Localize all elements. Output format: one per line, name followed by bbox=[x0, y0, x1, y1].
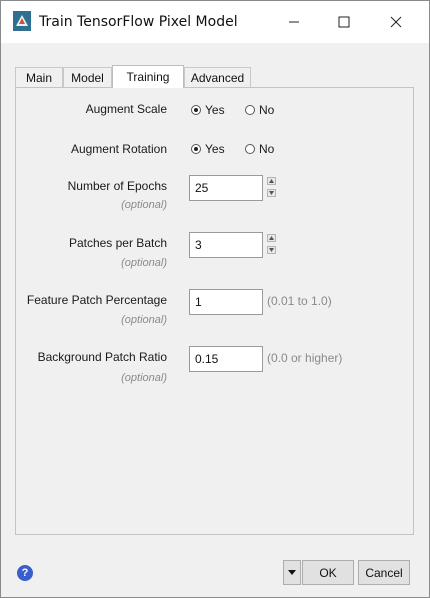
dropdown-arrow-icon bbox=[288, 570, 296, 575]
maximize-button[interactable] bbox=[319, 1, 369, 43]
cancel-button[interactable]: Cancel bbox=[358, 560, 410, 585]
patches-increment-button[interactable] bbox=[267, 234, 276, 242]
feature-pct-label: Feature Patch Percentage bbox=[26, 293, 167, 307]
augment-scale-no-label: No bbox=[259, 103, 275, 117]
maximize-icon bbox=[338, 16, 350, 28]
tab-main[interactable]: Main bbox=[15, 67, 63, 88]
radio-selected-icon bbox=[191, 105, 201, 115]
augment-rotation-yes-radio[interactable]: Yes bbox=[191, 142, 225, 156]
tab-training[interactable]: Training bbox=[112, 65, 184, 88]
patches-optional-note: (optional) bbox=[121, 257, 167, 269]
training-panel: Augment Scale Yes No Augment Rotation Ye… bbox=[15, 87, 414, 535]
close-icon bbox=[390, 16, 402, 28]
tensorflow-app-icon bbox=[13, 11, 31, 31]
radio-selected-icon bbox=[191, 144, 201, 154]
minimize-icon bbox=[289, 21, 299, 23]
epochs-input[interactable]: 25 bbox=[189, 175, 263, 201]
chevron-up-icon bbox=[269, 236, 274, 240]
feature-pct-hint: (0.01 to 1.0) bbox=[267, 294, 332, 308]
window-title: Train TensorFlow Pixel Model bbox=[39, 14, 238, 30]
patches-stepper bbox=[267, 234, 277, 258]
feature-pct-input[interactable]: 1 bbox=[189, 289, 263, 315]
augment-scale-yes-radio[interactable]: Yes bbox=[191, 103, 225, 117]
background-ratio-optional-note: (optional) bbox=[121, 372, 167, 384]
radio-unselected-icon bbox=[245, 144, 255, 154]
feature-pct-optional-note: (optional) bbox=[121, 314, 167, 326]
tab-bar: Main Model Training Advanced bbox=[15, 65, 415, 88]
augment-rotation-no-label: No bbox=[259, 142, 275, 156]
augment-rotation-no-radio[interactable]: No bbox=[245, 142, 274, 156]
help-icon[interactable]: ? bbox=[17, 565, 33, 581]
augment-rotation-label: Augment Rotation bbox=[70, 142, 167, 156]
patches-input[interactable]: 3 bbox=[189, 232, 263, 258]
augment-scale-label: Augment Scale bbox=[85, 102, 167, 116]
augment-rotation-yes-label: Yes bbox=[205, 142, 225, 156]
chevron-down-icon bbox=[269, 248, 274, 252]
background-ratio-hint: (0.0 or higher) bbox=[267, 351, 343, 365]
patches-label: Patches per Batch bbox=[68, 236, 167, 250]
ok-button[interactable]: OK bbox=[302, 560, 354, 585]
dialog-window: Train TensorFlow Pixel Model Main Model … bbox=[0, 0, 430, 598]
background-ratio-label: Background Patch Ratio bbox=[37, 350, 167, 364]
background-ratio-input[interactable]: 0.15 bbox=[189, 346, 263, 372]
epochs-label: Number of Epochs bbox=[67, 179, 167, 193]
radio-unselected-icon bbox=[245, 105, 255, 115]
epochs-increment-button[interactable] bbox=[267, 177, 276, 185]
minimize-button[interactable] bbox=[269, 1, 319, 43]
chevron-down-icon bbox=[269, 191, 274, 195]
epochs-stepper bbox=[267, 177, 277, 201]
title-bar[interactable]: Train TensorFlow Pixel Model bbox=[1, 1, 429, 43]
epochs-decrement-button[interactable] bbox=[267, 189, 276, 197]
options-menu-button[interactable] bbox=[283, 560, 301, 585]
tab-model[interactable]: Model bbox=[63, 67, 112, 88]
tab-advanced[interactable]: Advanced bbox=[184, 67, 251, 88]
close-button[interactable] bbox=[371, 1, 421, 43]
chevron-up-icon bbox=[269, 179, 274, 183]
augment-scale-no-radio[interactable]: No bbox=[245, 103, 274, 117]
patches-decrement-button[interactable] bbox=[267, 246, 276, 254]
augment-scale-yes-label: Yes bbox=[205, 103, 225, 117]
epochs-optional-note: (optional) bbox=[121, 199, 167, 211]
